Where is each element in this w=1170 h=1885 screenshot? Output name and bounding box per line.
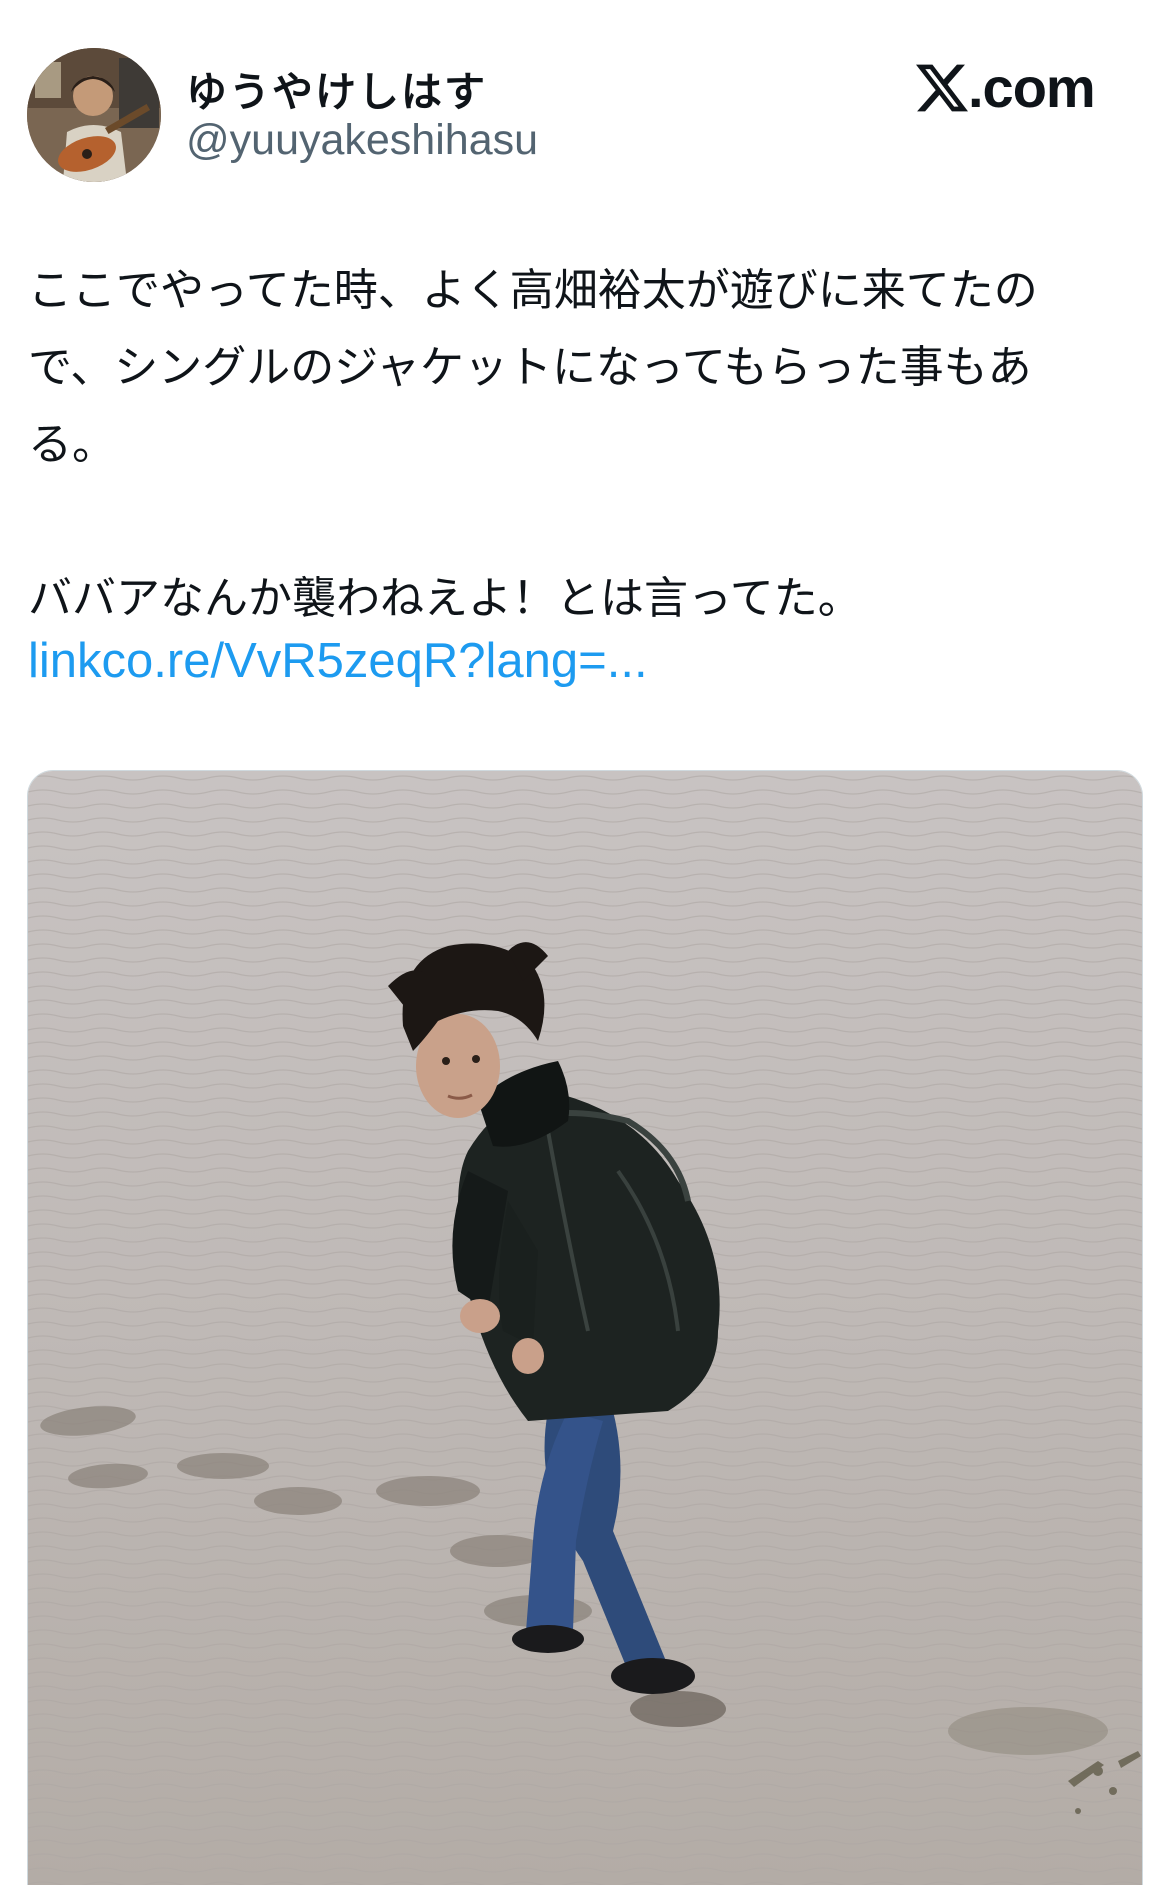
x-logo-icon xyxy=(916,64,968,112)
tweet-line: る。 xyxy=(28,419,116,470)
logo-text: .com xyxy=(968,56,1096,119)
user-handle[interactable]: @yuuyakeshihasu xyxy=(186,116,538,165)
x-com-logo[interactable]: .com xyxy=(916,56,1096,119)
tweet-line: ババアなんか襲わねえよ！とは言ってた。 xyxy=(28,573,862,624)
user-avatar[interactable] xyxy=(27,48,161,182)
tweet-link[interactable]: linkco.re/VvR5zeqR?lang=... xyxy=(28,633,648,689)
tweet-photo[interactable] xyxy=(27,770,1143,1885)
tweet-line: で、シングルのジャケットになってもらった事もあ xyxy=(28,342,1032,393)
tweet-text: ここでやってた時、よく高畑裕太が遊びに来てたの で、シングルのジャケットになって… xyxy=(28,252,1148,637)
display-name[interactable]: ゆうやけしはす xyxy=(186,58,487,118)
tweet-header: ゆうやけしはす @yuuyakeshihasu .com xyxy=(0,0,1170,200)
tweet-line: ここでやってた時、よく高畑裕太が遊びに来てたの xyxy=(28,265,1038,316)
